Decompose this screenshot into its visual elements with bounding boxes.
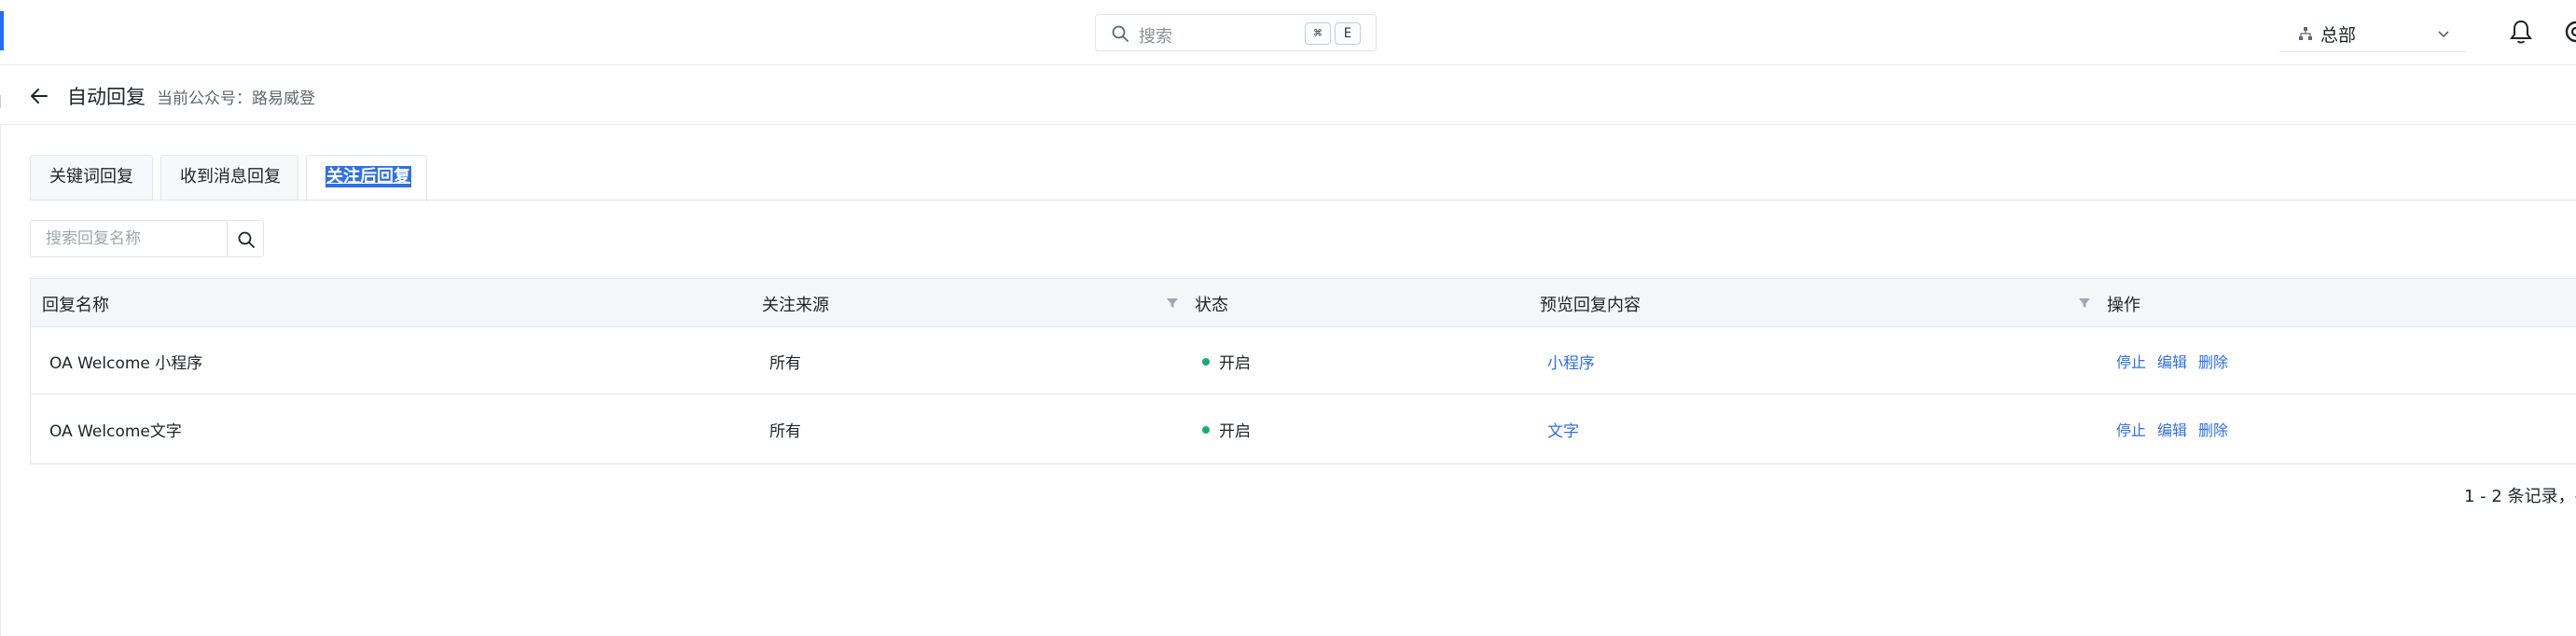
chevron-down-icon [2438,31,2449,38]
reply-search-button[interactable] [227,220,264,257]
cell-reply-name: OA Welcome 小程序 [49,354,203,373]
cell-preview-link[interactable]: 文字 [1547,418,1579,441]
column-follow-source: 关注来源 [762,296,829,315]
global-search-box[interactable]: 搜索 ⌘ E [1095,14,1377,51]
sub-header: 自动回复 当前公众号：路易威登 [0,66,2576,125]
org-name: 总部 [2320,25,2357,46]
table-row: OA Welcome 小程序 所有 开启 小程序 停止 编辑 删除 [31,327,2576,394]
top-header: 搜索 ⌘ E 总部 [0,0,2576,65]
current-account-label: 当前公众号：路易威登 [157,90,315,108]
cell-follow-source: 所有 [769,354,801,373]
bell-icon[interactable] [2509,19,2533,45]
tab-message-reply[interactable]: 收到消息回复 [160,155,298,200]
org-selector[interactable]: 总部 [2279,13,2466,52]
filter-icon[interactable] [2077,296,2092,311]
cell-status: 开启 [1219,422,1251,441]
column-actions: 操作 [2107,296,2140,315]
back-arrow-icon[interactable] [28,85,50,107]
org-tree-icon [2299,27,2312,40]
tab-follow-reply[interactable]: 关注后回复 [306,155,427,201]
cell-status: 开启 [1219,354,1251,373]
tab-keyword-reply[interactable]: 关键词回复 [30,155,153,200]
status-dot [1202,426,1210,434]
search-icon [238,231,255,248]
edit-button[interactable]: 编辑 [2157,418,2187,440]
edit-button[interactable]: 编辑 [2157,350,2187,372]
status-dot [1202,358,1210,366]
column-preview-content: 预览回复内容 [1540,296,1641,315]
delete-button[interactable]: 删除 [2198,350,2228,372]
column-reply-name: 回复名称 [42,296,109,315]
content-left-border [0,125,1,636]
shortcut-key-command: ⌘ [1305,22,1331,45]
shortcut-key-e: E [1335,22,1361,45]
page: 搜索 ⌘ E 总部 自动回复 当前公众号：路易威登 关键词回复 收到消息回复 关… [0,0,2576,636]
delete-button[interactable]: 删除 [2198,418,2228,440]
cell-follow-source: 所有 [769,422,801,441]
page-title: 自动回复 [67,86,145,108]
sidebar-collapse-handle[interactable] [0,95,6,108]
reply-table: 回复名称 关注来源 状态 预览回复内容 操作 OA Welcome 小程序 所有… [30,278,2576,464]
stop-button[interactable]: 停止 [2116,418,2146,440]
settings-icon[interactable] [2563,19,2576,45]
stop-button[interactable]: 停止 [2116,350,2146,372]
cell-reply-name: OA Welcome文字 [49,422,182,441]
brand-accent-strip [0,11,4,50]
table-header: 回复名称 关注来源 状态 预览回复内容 操作 [31,279,2576,327]
column-status: 状态 [1195,296,1228,315]
tab-follow-reply-label: 关注后回复 [325,166,411,187]
reply-name-search-input[interactable]: 搜索回复名称 [30,220,228,257]
cell-preview-link[interactable]: 小程序 [1547,350,1595,373]
search-icon [1112,25,1129,42]
pagination-summary: 1 - 2 条记录，共 [2464,487,2576,506]
filter-icon[interactable] [1165,296,1180,311]
global-search-placeholder: 搜索 [1139,27,1172,47]
table-row: OA Welcome文字 所有 开启 文字 停止 编辑 删除 [31,395,2576,463]
